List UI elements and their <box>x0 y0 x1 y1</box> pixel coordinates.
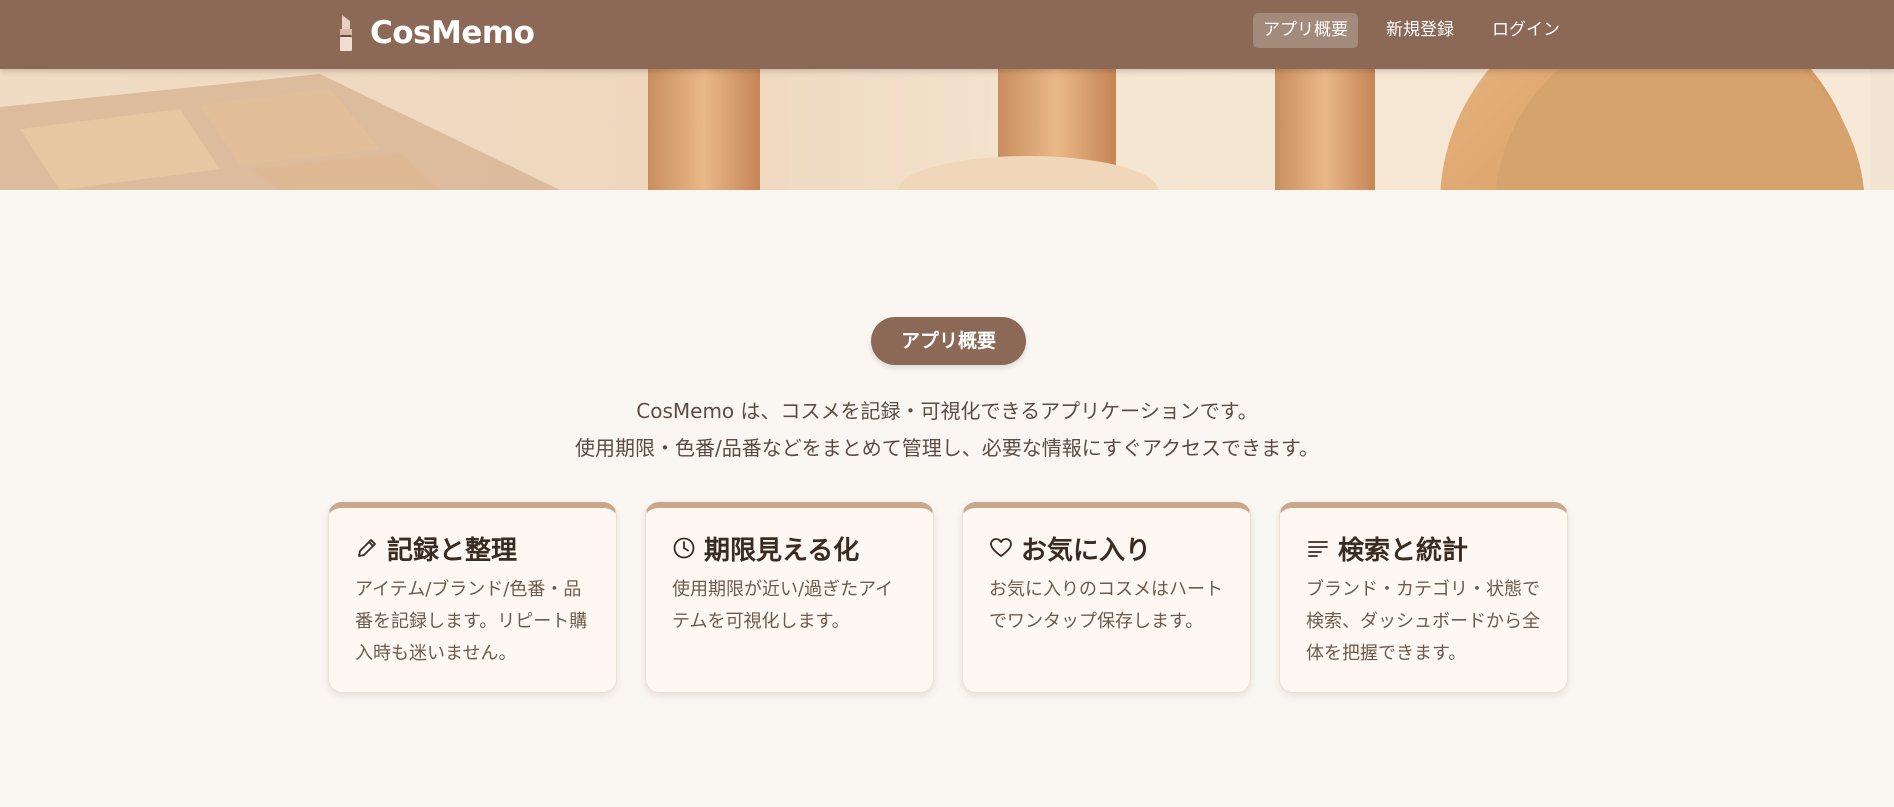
card-header: 検索と統計 <box>1306 530 1541 566</box>
card-body: ブランド・カテゴリ・状態で検索、ダッシュボードから全体を把握できます。 <box>1306 579 1540 664</box>
navbar: CosMemo アプリ概要 新規登録 ログイン <box>0 0 1894 69</box>
lipstick-icon <box>340 15 352 51</box>
section-label: アプリ概要 <box>871 317 1026 365</box>
card-header: 期限見える化 <box>672 530 907 566</box>
brand-link[interactable]: CosMemo <box>336 10 535 56</box>
feature-card-search: 検索と統計 ブランド・カテゴリ・状態で検索、ダッシュボードから全体を把握できます… <box>1279 502 1568 693</box>
clock-icon <box>673 537 695 559</box>
list-icon <box>1308 541 1328 557</box>
hero-image <box>0 69 1894 190</box>
card-body: 使用期限が近い/過ぎたアイテムを可視化します。 <box>672 579 894 632</box>
main-nav: アプリ概要 新規登録 ログイン <box>1253 13 1570 48</box>
nav-signup[interactable]: 新規登録 <box>1376 13 1464 48</box>
feature-cards: 記録と整理 アイテム/ブランド/色番・品番を記録します。リピート購入時も迷いませ… <box>328 502 1568 693</box>
card-title: 期限見える化 <box>704 535 860 566</box>
brand-name: CosMemo <box>370 15 535 51</box>
card-body: アイテム/ブランド/色番・品番を記録します。リピート購入時も迷いません。 <box>355 579 588 664</box>
card-header: お気に入り <box>989 530 1224 566</box>
nav-login[interactable]: ログイン <box>1482 13 1570 48</box>
intro-line-2: 使用期限・色番/品番などをまとめて管理し、必要な情報にすぐアクセスできます。 <box>575 436 1319 460</box>
feature-card-record: 記録と整理 アイテム/ブランド/色番・品番を記録します。リピート購入時も迷いませ… <box>328 502 617 693</box>
intro-line-1: CosMemo は、コスメを記録・可視化できるアプリケーションです。 <box>636 399 1258 423</box>
card-body: お気に入りのコスメはハートでワンタップ保存します。 <box>989 579 1223 632</box>
intro-text: CosMemo は、コスメを記録・可視化できるアプリケーションです。 使用期限・… <box>447 393 1447 467</box>
card-title: 検索と統計 <box>1338 535 1469 566</box>
card-title: 記録と整理 <box>387 535 518 566</box>
card-title: お気に入り <box>1021 535 1152 566</box>
feature-card-favorite: お気に入り お気に入りのコスメはハートでワンタップ保存します。 <box>962 502 1251 693</box>
card-header: 記録と整理 <box>355 530 590 566</box>
pencil-icon <box>358 539 376 557</box>
feature-card-expiry: 期限見える化 使用期限が近い/過ぎたアイテムを可視化します。 <box>645 502 934 693</box>
nav-overview[interactable]: アプリ概要 <box>1253 13 1358 48</box>
hero-cosmetics-illustration <box>0 69 1894 190</box>
heart-icon <box>990 538 1012 557</box>
